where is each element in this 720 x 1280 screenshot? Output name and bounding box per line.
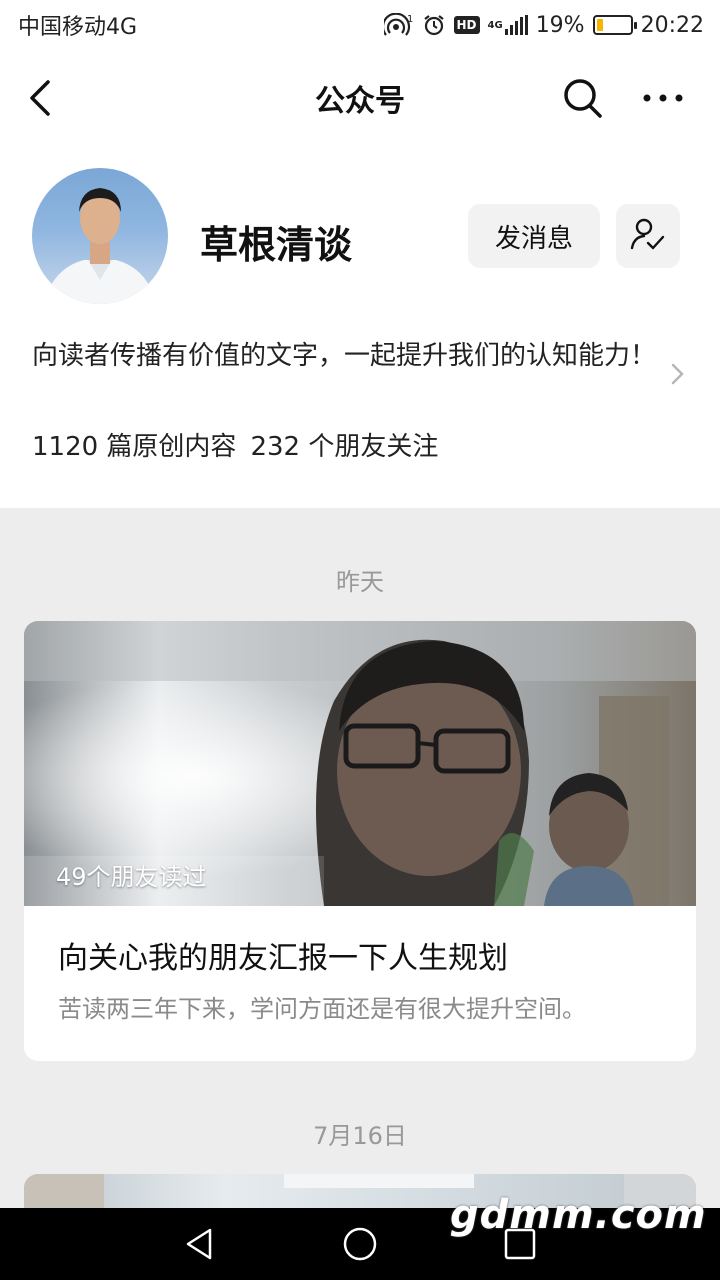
signal-icon: 4G — [488, 15, 528, 35]
nav-bar: 公众号 — [0, 50, 720, 146]
user-check-icon — [628, 214, 668, 258]
network-label: 4G — [487, 19, 503, 31]
status-bar: 中国移动4G 1 HD 4G 19% 20:22 — [0, 0, 720, 50]
more-icon[interactable] — [640, 80, 686, 116]
account-profile: 草根清谈 发消息 向读者传播有价值的文字，一起提升我们的认知能力！ 1120 篇… — [0, 146, 720, 508]
hotspot-icon: 1 — [383, 13, 414, 37]
avatar[interactable] — [32, 168, 168, 304]
account-stats: 1120 篇原创内容 232 个朋友关注 — [32, 426, 438, 463]
send-message-button[interactable]: 发消息 — [468, 204, 600, 268]
article-digest: 苦读两三年下来，学问方面还是有很大提升空间。 — [58, 995, 586, 1023]
clock: 20:22 — [640, 12, 704, 38]
hotspot-badge: 1 — [407, 14, 413, 25]
chevron-right-icon[interactable] — [668, 360, 688, 388]
date-label: 7月16日 — [313, 1122, 407, 1150]
article-title[interactable]: 向关心我的朋友汇报一下人生规划 — [58, 933, 508, 977]
article-card[interactable]: 49个朋友读过 向关心我的朋友汇报一下人生规划 苦读两三年下来，学问方面还是有很… — [24, 621, 696, 1061]
home-circle-icon[interactable] — [342, 1226, 378, 1262]
follow-button[interactable] — [616, 204, 680, 268]
article-cover-image: 49个朋友读过 — [24, 621, 696, 906]
page-title: 公众号 — [315, 84, 405, 119]
back-triangle-icon[interactable] — [182, 1226, 218, 1262]
back-arrow-icon[interactable] — [22, 76, 62, 120]
hd-badge: HD — [453, 16, 480, 34]
account-name: 草根清谈 — [200, 223, 353, 267]
battery-percent: 19% — [535, 12, 585, 38]
follower-count: 232 个朋友关注 — [250, 432, 439, 462]
status-icons: 1 HD 4G 19% 20:22 — [383, 12, 704, 38]
original-count: 1120 篇原创内容 — [32, 432, 237, 462]
alarm-icon — [422, 13, 446, 37]
search-icon[interactable] — [560, 76, 606, 120]
account-description[interactable]: 向读者传播有价值的文字，一起提升我们的认知能力！ — [32, 338, 662, 374]
date-label: 昨天 — [336, 568, 384, 596]
battery-level — [596, 19, 603, 31]
read-by-friends: 49个朋友读过 — [56, 863, 207, 891]
watermark: gdmm.com — [450, 1192, 707, 1238]
carrier-label: 中国移动4G — [18, 15, 138, 40]
battery-icon — [592, 15, 637, 35]
